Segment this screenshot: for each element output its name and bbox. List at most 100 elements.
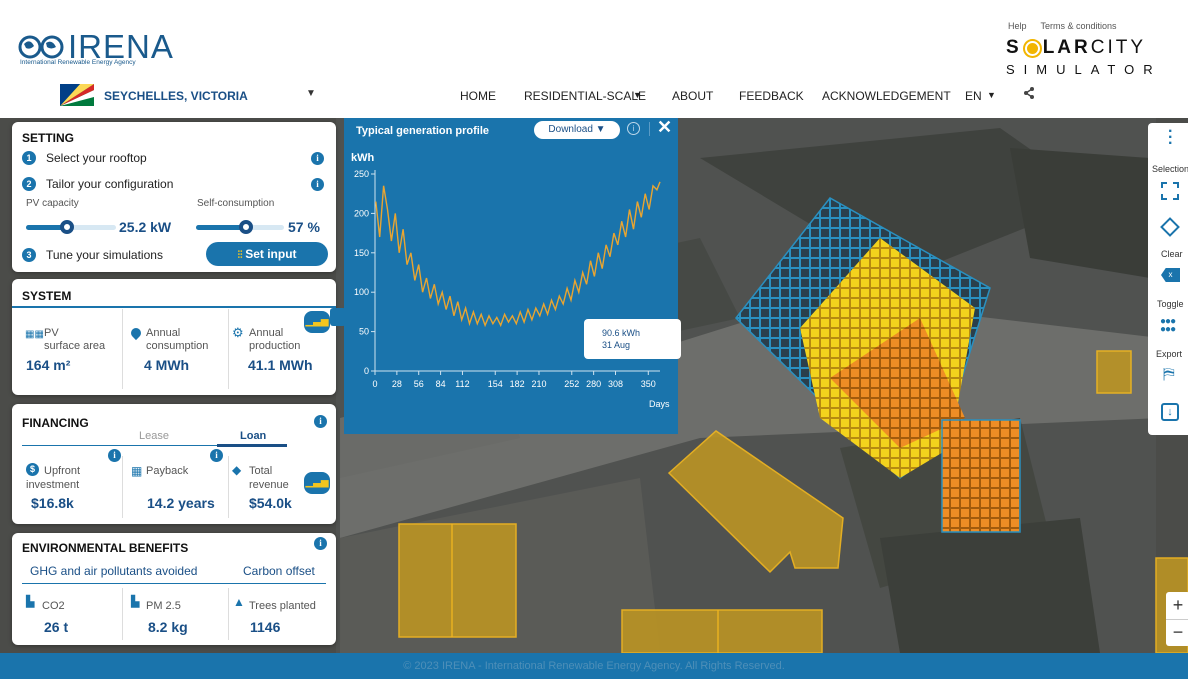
location-selector[interactable]: SEYCHELLES, VICTORIA (104, 89, 248, 103)
payback-info-icon[interactable]: i (210, 449, 223, 462)
calendar-icon: ▦ (131, 464, 143, 478)
nav-home[interactable]: HOME (460, 89, 496, 103)
consumption-value: 4 MWh (144, 357, 190, 373)
brand-lar: LAR (1042, 37, 1091, 58)
nav-language[interactable]: EN (965, 89, 982, 103)
selection-frame-icon[interactable] (1161, 182, 1179, 200)
generation-chart[interactable]: 0 50 100 150 200 250 0 28 56 84 112 154 182 210 252 280… (344, 118, 678, 434)
step-3-icon: 3 (22, 248, 36, 262)
financing-chart-button[interactable]: ▁▃▅ (304, 472, 330, 494)
tag-icon: ◆ (232, 463, 242, 477)
consumption-label-1: Annual (146, 327, 181, 339)
language-caret-icon[interactable]: ▼ (987, 90, 996, 100)
generation-profile-popup: Typical generation profile Download ▼ i … (344, 117, 681, 434)
financing-info-icon[interactable]: i (314, 415, 327, 428)
polygon-select-icon[interactable] (1160, 217, 1180, 237)
financing-title: FINANCING (22, 416, 89, 430)
co2-value: 26 t (44, 619, 69, 635)
gear-icon: ⚙ (232, 325, 244, 340)
revenue-value: $54.0k (249, 495, 292, 511)
environment-info-icon[interactable]: i (314, 537, 327, 550)
self-consumption-label: Self-consumption (197, 198, 275, 209)
x-tick-label: 252 (564, 379, 579, 389)
step-1-label[interactable]: Select your rooftop (46, 152, 147, 165)
drop-icon (128, 325, 144, 341)
pv-capacity-value: 25.2 kW (119, 219, 172, 235)
right-toolbar: · · · Selection Clear x Toggle ●●● ●●● Expo… (1148, 123, 1188, 435)
generation-series-line (375, 181, 661, 328)
pm25-value: 8.2 kg (148, 619, 188, 635)
terms-link[interactable]: Terms & conditions (1041, 21, 1117, 31)
set-input-button[interactable]: ⫶⫶ Set input (206, 242, 328, 266)
brand-simulator: SIMULATOR (1006, 62, 1162, 77)
environment-panel: ENVIRONMENTAL BENEFITS i GHG and air pol… (12, 533, 336, 645)
production-label-2: production (249, 340, 301, 352)
step-3-label[interactable]: Tune your simulations (46, 249, 163, 262)
nav-about[interactable]: ABOUT (672, 89, 713, 103)
chart-tooltip: 90.6 kWh 31 Aug (584, 319, 681, 359)
pv-area-label-1: PV (44, 327, 59, 339)
zoom-in-button[interactable]: + (1166, 592, 1188, 619)
consumption-label-2: consumption (146, 340, 209, 352)
x-tick-label: 56 (414, 379, 424, 389)
upfront-label-1: Upfront (44, 465, 81, 477)
selection-label: Selection (1152, 164, 1188, 174)
x-tick-label: 210 (531, 379, 546, 389)
pv-area-label-2: surface area (44, 340, 106, 352)
upfront-info-icon[interactable]: i (108, 449, 121, 462)
tab-loan[interactable]: Loan (240, 430, 266, 443)
header: IRENA International Renewable Energy Age… (0, 0, 1188, 118)
y-tick-label: 200 (354, 208, 369, 218)
more-vertical-icon[interactable]: · · · (1168, 124, 1173, 152)
step-1-info-icon[interactable]: i (311, 152, 324, 165)
x-tick-label: 84 (436, 379, 446, 389)
y-tick-label: 250 (354, 169, 369, 179)
pm25-label: PM 2.5 (146, 600, 181, 612)
footer: © 2023 IRENA - International Renewable E… (0, 653, 1188, 679)
x-tick-label: 350 (641, 379, 656, 389)
nav-feedback[interactable]: FEEDBACK (739, 89, 804, 103)
share-icon[interactable] (1023, 86, 1035, 103)
toggle-dots-icon[interactable]: ●●● ●●● (1160, 317, 1176, 335)
tab-lease[interactable]: Lease (139, 430, 169, 443)
step-1-icon: 1 (22, 151, 36, 165)
nav-acknowledgement[interactable]: ACKNOWLEDGEMENT (822, 89, 951, 103)
ghg-subtitle: GHG and air pollutants avoided (30, 564, 198, 578)
zoom-out-button[interactable]: − (1166, 620, 1188, 646)
seychelles-flag-icon (60, 84, 94, 106)
nav-residential-caret-icon[interactable]: ▼ (633, 90, 642, 100)
location-caret-icon[interactable]: ▼ (306, 88, 316, 99)
export-label: Export (1156, 349, 1183, 359)
x-tick-label: 154 (488, 379, 503, 389)
step-2-info-icon[interactable]: i (311, 178, 324, 191)
download-icon[interactable]: ↓ (1161, 403, 1179, 421)
system-title: SYSTEM (22, 289, 72, 303)
map-export-icon[interactable]: ⛿ (1163, 366, 1175, 384)
org-subtitle: International Renewable Energy Agency (20, 59, 136, 66)
nav-residential-scale[interactable]: RESIDENTIAL-SCALE (524, 89, 646, 103)
co2-label: CO2 (42, 600, 65, 612)
y-tick-label: 0 (364, 366, 369, 376)
help-link[interactable]: Help (1008, 21, 1027, 31)
zoom-control: + − (1166, 592, 1188, 646)
upfront-label-2: investment (26, 479, 80, 491)
x-tick-label: 28 (392, 379, 402, 389)
system-chart-button[interactable]: ▁▃▅ (304, 311, 330, 333)
x-tick-label: 280 (586, 379, 601, 389)
y-tick-label: 150 (354, 248, 369, 258)
pv-area-value: 164 m² (26, 357, 71, 373)
x-tick-label: 308 (608, 379, 623, 389)
sun-icon (1024, 40, 1040, 56)
self-consumption-slider-knob[interactable] (239, 220, 254, 234)
loan-tab-indicator (217, 444, 287, 447)
trees-value: 1146 (250, 619, 281, 635)
system-panel: SYSTEM ▁▃▅ ▦▦ PV surface area 164 m² Ann… (12, 279, 336, 395)
pv-capacity-slider-knob[interactable] (59, 220, 74, 234)
brand-letter-s: S (1006, 37, 1022, 58)
step-2-label[interactable]: Tailor your configuration (46, 178, 173, 191)
setting-title: SETTING (22, 131, 75, 145)
backspace-clear-icon[interactable]: x (1161, 268, 1180, 282)
x-tick-label: 112 (455, 379, 469, 389)
solarcity-logo[interactable]: S LAR CITY SIMULATOR (1006, 37, 1156, 77)
tooltip-date: 31 Aug (602, 340, 631, 350)
